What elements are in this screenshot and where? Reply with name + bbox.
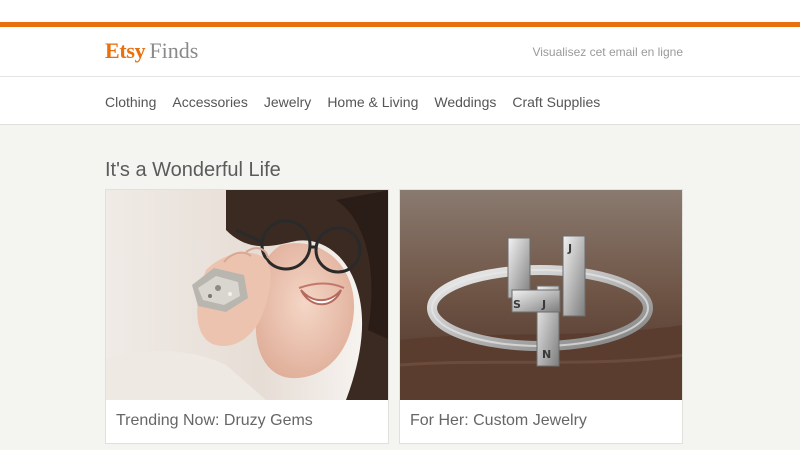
main-content: It's a Wonderful Life Trending Now: Druz… (0, 125, 800, 450)
svg-text:S: S (513, 298, 521, 311)
view-online-link[interactable]: Visualisez cet email en ligne (532, 45, 683, 59)
nav-item-jewelry[interactable]: Jewelry (264, 93, 311, 111)
custom-initial-ring-photo[interactable]: S J J N (400, 190, 682, 400)
logo-brand: Etsy (105, 38, 146, 63)
nav-item-clothing[interactable]: Clothing (105, 93, 156, 111)
category-nav: Clothing Accessories Jewelry Home & Livi… (0, 78, 800, 125)
card-druzy-gems[interactable]: Trending Now: Druzy Gems (105, 189, 389, 444)
top-spacer (0, 0, 800, 22)
logo-suffix: Finds (149, 38, 199, 63)
nav-list: Clothing Accessories Jewelry Home & Livi… (105, 93, 616, 111)
section-title: It's a Wonderful Life (105, 159, 281, 181)
woman-with-druzy-ring-photo[interactable] (106, 190, 388, 400)
svg-text:J: J (541, 298, 546, 311)
svg-text:N: N (542, 348, 551, 361)
card-caption[interactable]: For Her: Custom Jewelry (410, 412, 587, 430)
etsy-finds-logo[interactable]: Etsy Finds (105, 38, 198, 64)
nav-item-accessories[interactable]: Accessories (172, 93, 247, 111)
card-caption[interactable]: Trending Now: Druzy Gems (116, 412, 313, 430)
nav-item-craft-supplies[interactable]: Craft Supplies (512, 93, 600, 111)
header: Etsy Finds Visualisez cet email en ligne (0, 27, 800, 77)
nav-item-weddings[interactable]: Weddings (434, 93, 496, 111)
nav-item-home-living[interactable]: Home & Living (327, 93, 418, 111)
svg-text:J: J (567, 242, 572, 255)
card-custom-jewelry[interactable]: S J J N For Her: Custom Jewelry (399, 189, 683, 444)
